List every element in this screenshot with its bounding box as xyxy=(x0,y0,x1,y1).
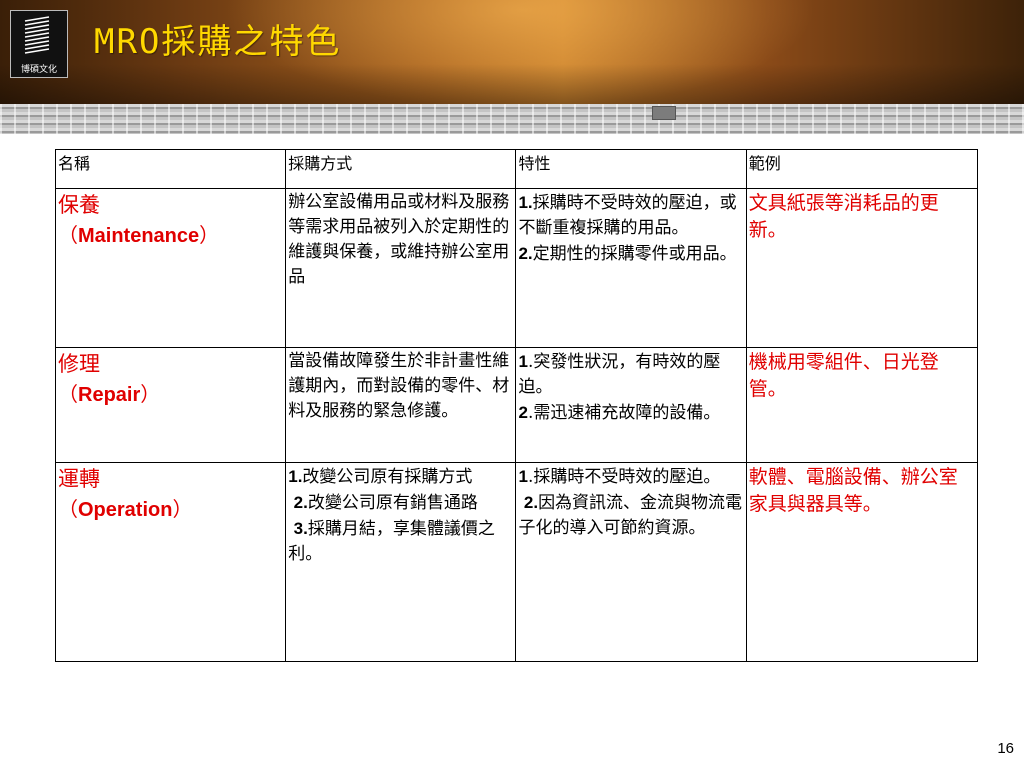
feature-cell: 1.採購時不受時效的壓迫。 2.因為資訊流、金流與物流電子化的導入可節約資源。 xyxy=(515,462,747,662)
table-row-repair: 修理 （Repair） 當設備故障發生於非計畫性維護期內，而對設備的零件、材料及… xyxy=(54,347,979,463)
stacked-lines-icon xyxy=(24,16,50,54)
method-cell: 辦公室設備用品或材料及服務等需求用品被列入於定期性的維護與保養，或維持辦公室用品 xyxy=(285,188,517,348)
item-text: 因為資訊流、金流與物流電子化的導入可節約資源。 xyxy=(518,493,743,538)
feature-cell: 1.突發性狀況，有時效的壓迫。 2.需迅速補充故障的設備。 xyxy=(515,347,747,463)
feature-cell: 1.採購時不受時效的壓迫，或不斷重複採購的用品。 2.定期性的採購零件或用品。 xyxy=(515,188,747,348)
method-cell: 1.改變公司原有採購方式 2.改變公司原有銷售通路 3.採購月結，享集體議價之利… xyxy=(285,462,517,662)
item-number: 2. xyxy=(293,493,308,512)
item-text: .採購時不受時效的壓迫。 xyxy=(527,467,721,487)
name-cell: 保養 （Maintenance） xyxy=(54,188,287,348)
method-item: 2.改變公司原有銷售通路 xyxy=(288,490,513,516)
example-cell: 軟體、電腦設備、辦公室家具與器具等。 xyxy=(745,462,979,662)
paren-close: ） xyxy=(140,382,161,406)
item-text: 採購月結，享集體議價之利。 xyxy=(288,519,495,564)
item-number: 1 xyxy=(518,352,528,371)
page-number: 16 xyxy=(997,740,1014,757)
item-number: 2. xyxy=(523,493,539,512)
slide-title: MRO採購之特色 xyxy=(94,22,342,62)
item-text: 定期性的採購零件或用品。 xyxy=(532,244,737,264)
item-text: 改變公司原有採購方式 xyxy=(302,467,473,487)
item-number: 1 xyxy=(518,467,528,486)
method-cell: 當設備故障發生於非計畫性維護期內，而對設備的零件、材料及服務的緊急修護。 xyxy=(285,347,517,463)
item-number: 1. xyxy=(288,467,303,486)
item-number: 1. xyxy=(518,193,533,212)
stripe-marker xyxy=(652,106,676,120)
table-row-operation: 運轉 （Operation） 1.改變公司原有採購方式 2.改變公司原有銷售通路… xyxy=(54,462,979,662)
publisher-logo: 博碩文化 xyxy=(10,10,68,78)
example-cell: 機械用零組件、日光登管。 xyxy=(745,347,979,463)
name-english: （Operation） xyxy=(58,494,283,525)
name-chinese: 修理 xyxy=(58,352,100,376)
name-english-text: Operation xyxy=(78,499,173,521)
feature-item: 1.突發性狀況，有時效的壓迫。 xyxy=(518,349,743,400)
item-text: 採購時不受時效的壓迫，或不斷重複採購的用品。 xyxy=(518,193,737,238)
decorative-stripe-band xyxy=(0,104,1024,134)
feature-item: 2.定期性的採購零件或用品。 xyxy=(518,241,743,267)
feature-item: 2.因為資訊流、金流與物流電子化的導入可節約資源。 xyxy=(518,490,743,541)
header-example: 範例 xyxy=(745,149,979,189)
item-number: 2 xyxy=(518,403,528,422)
name-english-text: Maintenance xyxy=(78,225,200,247)
header-name: 名稱 xyxy=(54,149,287,189)
table-header-row: 名稱 採購方式 特性 範例 xyxy=(54,149,979,189)
item-text: .突發性狀況，有時效的壓迫。 xyxy=(518,352,721,397)
name-english-text: Repair xyxy=(78,384,141,406)
feature-item: 2.需迅速補充故障的設備。 xyxy=(518,400,743,426)
paren-open: （ xyxy=(58,382,78,406)
method-item: 1.改變公司原有採購方式 xyxy=(288,464,513,490)
slide-header: 博碩文化 MRO採購之特色 xyxy=(0,0,1024,104)
name-chinese: 保養 xyxy=(58,193,100,217)
feature-item: 1.採購時不受時效的壓迫。 xyxy=(518,464,743,490)
feature-item: 1.採購時不受時效的壓迫，或不斷重複採購的用品。 xyxy=(518,190,743,241)
paren-close: ） xyxy=(199,223,220,247)
name-english: （Maintenance） xyxy=(58,220,283,251)
logo-text: 博碩文化 xyxy=(20,65,57,75)
paren-close: ） xyxy=(172,497,193,521)
header-feature: 特性 xyxy=(515,149,747,189)
paren-open: （ xyxy=(58,223,78,247)
method-item: 3.採購月結，享集體議價之利。 xyxy=(288,516,513,567)
item-number: 2. xyxy=(518,244,533,263)
item-text: 改變公司原有銷售通路 xyxy=(307,493,478,513)
item-number: 3. xyxy=(293,519,308,538)
name-cell: 修理 （Repair） xyxy=(54,347,287,463)
name-english: （Repair） xyxy=(58,379,283,410)
table-row-maintenance: 保養 （Maintenance） 辦公室設備用品或材料及服務等需求用品被列入於定… xyxy=(54,188,979,348)
example-cell: 文具紙張等消耗品的更新。 xyxy=(745,188,979,348)
paren-open: （ xyxy=(58,497,78,521)
header-method: 採購方式 xyxy=(285,149,517,189)
mro-feature-table: 名稱 採購方式 特性 範例 保養 （Maintenance） 辦公室設備用品或材… xyxy=(54,149,979,662)
item-text: .需迅速補充故障的設備。 xyxy=(527,403,721,423)
name-chinese: 運轉 xyxy=(58,467,100,491)
name-cell: 運轉 （Operation） xyxy=(54,462,287,662)
